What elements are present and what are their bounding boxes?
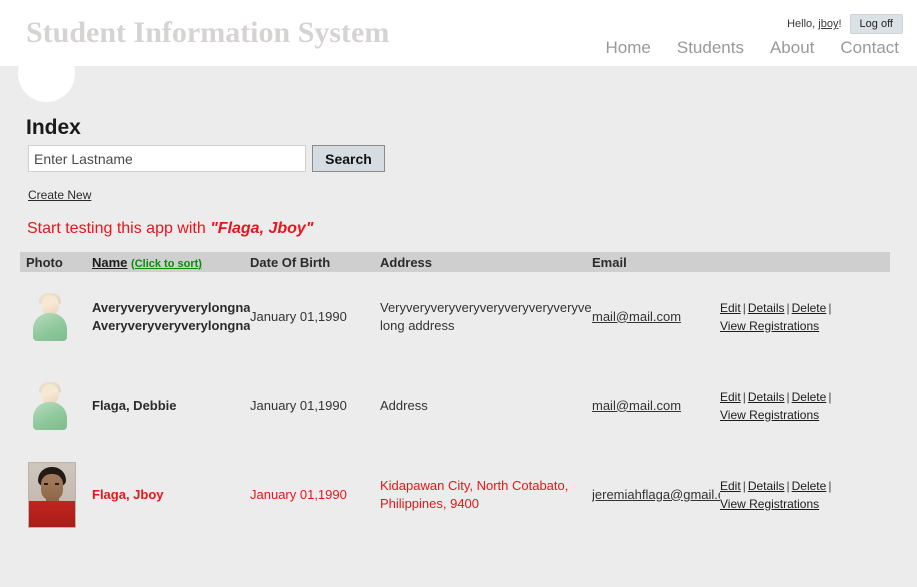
action-separator: | xyxy=(742,300,746,315)
action-separator: | xyxy=(828,300,832,315)
student-email-cell: mail@mail.com xyxy=(592,397,720,415)
search-form: Search xyxy=(28,145,385,172)
student-email-link[interactable]: mail@mail.com xyxy=(592,309,681,324)
edit-link[interactable]: Edit xyxy=(720,479,741,493)
table-row[interactable]: Averyveryveryverylongname Averyveryveryv… xyxy=(20,272,890,361)
student-photo-cell xyxy=(20,381,92,430)
row-actions: Edit | Details | Delete | View Registrations xyxy=(720,388,890,424)
student-address: Address xyxy=(380,397,428,413)
row-actions: Edit | Details | Delete | View Registrations xyxy=(720,299,890,335)
nav-item-about[interactable]: About xyxy=(770,38,814,58)
testing-hint-text: Start testing this app with "Flaga, Jboy… xyxy=(27,220,313,238)
edit-link[interactable]: Edit xyxy=(720,301,741,315)
testing-hint-highlight: "Flaga, Jboy" xyxy=(210,220,314,237)
main-navigation: Home Students About Contact xyxy=(606,38,900,58)
table-row[interactable]: Flaga, Debbie January 01,1990 Address ma… xyxy=(20,361,890,450)
header-decorative-circle xyxy=(18,45,75,102)
page-title: Index xyxy=(26,116,81,139)
action-separator: | xyxy=(828,478,832,493)
delete-link[interactable]: Delete xyxy=(792,301,827,315)
nav-item-home[interactable]: Home xyxy=(606,38,651,58)
student-dob: January 01,1990 xyxy=(250,398,347,413)
table-header-row: Photo Name (Click to sort) Date Of Birth… xyxy=(20,252,890,272)
student-address: Veryveryveryveryveryveryveryveryveryvery… xyxy=(380,299,592,333)
student-name: Flaga, Debbie xyxy=(92,397,177,413)
details-link[interactable]: Details xyxy=(748,479,785,493)
student-name: Flaga, Jboy xyxy=(92,486,164,502)
log-off-button[interactable]: Log off xyxy=(849,14,903,35)
username-link[interactable]: jboy xyxy=(818,18,838,30)
name-sort-link[interactable]: Name xyxy=(92,255,127,270)
details-link[interactable]: Details xyxy=(748,390,785,404)
nav-item-contact[interactable]: Contact xyxy=(840,38,899,58)
action-separator: | xyxy=(742,478,746,493)
student-portrait-image xyxy=(28,461,76,528)
greeting-suffix: ! xyxy=(838,18,842,31)
site-brand-title: Student Information System xyxy=(26,16,390,49)
view-registrations-link[interactable]: View Registrations xyxy=(720,497,819,511)
action-separator: | xyxy=(828,389,832,404)
create-new-link[interactable]: Create New xyxy=(28,188,91,202)
student-dob: January 01,1990 xyxy=(250,487,347,502)
student-name: Averyveryveryverylongname Averyveryveryv… xyxy=(92,299,250,333)
greeting-prefix: Hello, xyxy=(787,18,819,31)
student-email-cell: jeremiahflaga@gmail.com xyxy=(592,486,720,504)
action-separator: | xyxy=(786,478,790,493)
column-header-name: Name (Click to sort) xyxy=(92,255,250,270)
site-header: Student Information System Hello, jboy! … xyxy=(0,0,917,102)
search-input[interactable] xyxy=(28,145,306,172)
login-partial: Hello, jboy! Log off xyxy=(787,14,903,35)
greeting-text: Hello, jboy! xyxy=(787,18,841,30)
column-header-email: Email xyxy=(592,254,627,270)
details-link[interactable]: Details xyxy=(748,301,785,315)
column-header-dob: Date Of Birth xyxy=(250,254,331,270)
students-table: Photo Name (Click to sort) Date Of Birth… xyxy=(20,252,890,539)
action-separator: | xyxy=(786,389,790,404)
default-avatar-icon xyxy=(30,381,70,430)
testing-hint-prefix: Start testing this app with xyxy=(27,220,211,237)
view-registrations-link[interactable]: View Registrations xyxy=(720,319,819,333)
student-address: Kidapawan City, North Cotabato, Philippi… xyxy=(380,477,569,511)
row-actions: Edit | Details | Delete | View Registrations xyxy=(720,477,890,513)
student-email-link[interactable]: jeremiahflaga@gmail.com xyxy=(592,487,720,502)
default-avatar-icon xyxy=(30,292,70,341)
action-separator: | xyxy=(742,389,746,404)
view-registrations-link[interactable]: View Registrations xyxy=(720,408,819,422)
delete-link[interactable]: Delete xyxy=(792,479,827,493)
student-email-cell: mail@mail.com xyxy=(592,308,720,326)
student-photo-cell xyxy=(20,292,92,341)
nav-item-students[interactable]: Students xyxy=(677,38,744,58)
student-email-link[interactable]: mail@mail.com xyxy=(592,398,681,413)
sort-hint-label[interactable]: (Click to sort) xyxy=(131,258,202,270)
edit-link[interactable]: Edit xyxy=(720,390,741,404)
table-row[interactable]: Flaga, Jboy January 01,1990 Kidapawan Ci… xyxy=(20,450,890,539)
student-dob: January 01,1990 xyxy=(250,309,347,324)
student-photo-cell xyxy=(20,461,92,528)
action-separator: | xyxy=(786,300,790,315)
delete-link[interactable]: Delete xyxy=(792,390,827,404)
column-header-photo: Photo xyxy=(26,254,63,270)
search-button[interactable]: Search xyxy=(312,145,385,172)
column-header-address: Address xyxy=(380,254,433,270)
